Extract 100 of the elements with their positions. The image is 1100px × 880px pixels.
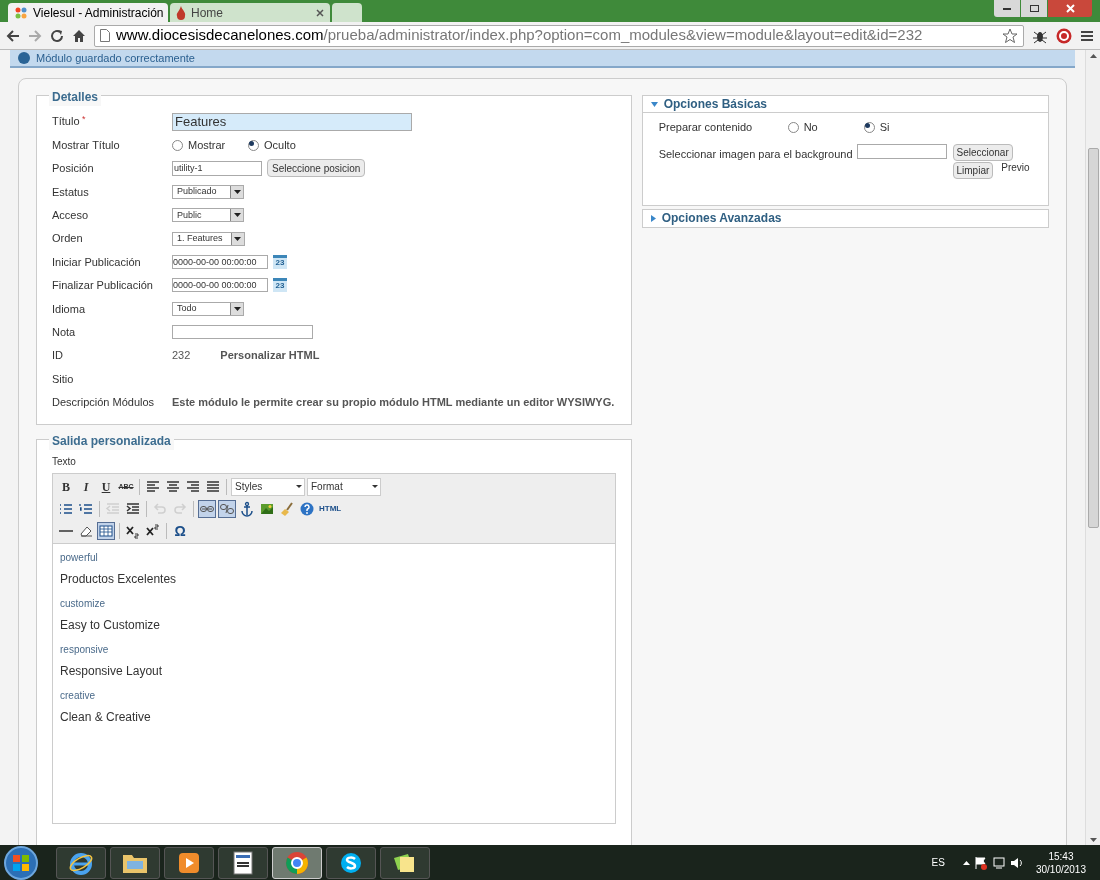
browser-tab[interactable]: Home: [170, 3, 330, 22]
dropdown[interactable]: Todo: [172, 301, 244, 316]
reload-icon[interactable]: [50, 28, 64, 43]
radio-button[interactable]: [863, 121, 875, 133]
scroll-thumb[interactable]: [1087, 148, 1099, 528]
document-icon: [233, 850, 253, 875]
styles-dropdown[interactable]: Format: [307, 477, 381, 496]
field-label: Texto: [52, 455, 77, 470]
radio-button[interactable]: [787, 121, 799, 133]
calendar-button[interactable]: 23: [273, 255, 287, 270]
star-icon[interactable]: [1002, 27, 1018, 44]
taskbar-app[interactable]: [110, 846, 160, 879]
windows-logo-icon: [13, 854, 29, 871]
clear-button[interactable]: Limpiar: [952, 161, 994, 179]
taskbar-app[interactable]: [56, 846, 106, 879]
close-window-icon[interactable]: [1048, 0, 1092, 17]
menu-icon[interactable]: [1080, 28, 1094, 43]
field-label: Sitio: [52, 371, 75, 387]
info-icon: [18, 52, 30, 64]
heading-text: Easy to Customize: [60, 617, 162, 635]
tag-text: responsive: [60, 643, 110, 658]
page-icon: [100, 29, 110, 42]
field-label: Nota: [52, 324, 77, 340]
styles-dropdown[interactable]: Styles: [231, 477, 305, 496]
italic-button[interactable]: I: [77, 477, 95, 496]
radio-label: Oculto: [264, 137, 296, 153]
radio-label: Mostrar: [188, 137, 226, 153]
field-value: Este módulo le permite crear su propio módulo HTML mediante un editor WYSIWYG.: [172, 395, 615, 411]
start-button[interactable]: [4, 845, 38, 880]
expanded-arrow-icon: [650, 101, 658, 107]
taskbar-app[interactable]: [326, 846, 376, 879]
bold-button[interactable]: B: [57, 477, 75, 496]
dropdown[interactable]: Publicado: [172, 184, 244, 199]
stop-sign-icon[interactable]: [1056, 27, 1072, 44]
image-path-field[interactable]: [856, 143, 947, 159]
tab-title: Home: [191, 4, 223, 22]
heading-text: Clean & Creative: [60, 709, 152, 727]
options-header[interactable]: Opciones Avanzadas: [642, 209, 1048, 227]
home-icon[interactable]: [72, 28, 86, 43]
option-label: Seleccionar imagen para el background: [658, 146, 853, 162]
close-icon[interactable]: [316, 8, 324, 17]
position-field[interactable]: utility-1: [172, 160, 262, 176]
flag-icon[interactable]: [973, 855, 988, 870]
address-bar[interactable]: www.diocesisdecanelones.com/prueba/administrator/index.php?option=com_modules&view=module&layout=edit&id=232: [94, 24, 1024, 47]
show-hidden-icon[interactable]: [962, 860, 970, 865]
tag-text: customize: [60, 597, 106, 612]
align-right-icon[interactable]: [185, 478, 201, 495]
help-icon[interactable]: [299, 500, 315, 517]
field-label: ID: [52, 348, 64, 364]
network-icon[interactable]: [991, 855, 1006, 870]
scroll-up-icon[interactable]: [1089, 54, 1097, 58]
heading-text: Responsive Layout: [60, 663, 164, 681]
dropdown[interactable]: Public: [172, 208, 244, 223]
browser-logo-icon: [285, 850, 309, 875]
field-label: Estatus: [52, 184, 90, 200]
select-position-button[interactable]: Seleccione posicion: [267, 159, 366, 178]
maximize-icon[interactable]: [1021, 0, 1047, 17]
chat-logo-icon: [339, 850, 363, 875]
dropdown[interactable]: 1. Features: [172, 231, 245, 246]
brush-icon[interactable]: [279, 500, 295, 517]
scroll-down-icon[interactable]: [1089, 838, 1097, 842]
field-label: Acceso: [52, 208, 90, 223]
taskbar-app[interactable]: [380, 846, 430, 879]
align-left-icon[interactable]: [145, 478, 161, 495]
preview-label: Previo: [1001, 160, 1030, 175]
calendar-button[interactable]: 23: [273, 278, 287, 293]
tag-text: powerful: [60, 551, 99, 566]
indent-icon[interactable]: [125, 500, 141, 517]
select-button[interactable]: Seleccionar: [952, 143, 1013, 161]
field-label: Finalizar Publicación: [52, 278, 154, 294]
tag-text: creative: [60, 689, 96, 704]
html-button[interactable]: HTML: [318, 499, 343, 518]
date-field[interactable]: 0000-00-00 00:00:00: [172, 278, 268, 293]
dropdown-arrow-icon: [296, 485, 302, 489]
align-center-icon[interactable]: [165, 478, 181, 495]
radio-button[interactable]: [172, 139, 183, 151]
taskbar-app[interactable]: [218, 846, 268, 879]
language-indicator[interactable]: ES: [931, 855, 945, 870]
browser-tab[interactable]: Vielesul - Administración: [8, 3, 168, 22]
title-field[interactable]: Features: [172, 112, 412, 131]
options-header[interactable]: Opciones Básicas: [642, 96, 1048, 113]
note-field[interactable]: [172, 325, 313, 340]
logo-icon: [14, 5, 28, 20]
align-justify-icon[interactable]: [205, 478, 221, 495]
notice-text: Módulo guardado correctamente: [36, 51, 195, 65]
back-icon[interactable]: [6, 28, 20, 43]
heading-text: Productos Excelentes: [60, 571, 178, 589]
play-icon: [178, 851, 200, 874]
taskbar-app[interactable]: [164, 846, 214, 879]
radio-button[interactable]: [248, 139, 259, 151]
flame-icon: [176, 5, 186, 20]
underline-button[interactable]: U: [97, 477, 115, 496]
table-icon[interactable]: [98, 522, 114, 539]
speaker-icon[interactable]: [1009, 855, 1024, 870]
date-field[interactable]: 0000-00-00 00:00:00: [172, 255, 268, 270]
minimize-icon[interactable]: [994, 0, 1020, 17]
omega-button[interactable]: Ω: [171, 521, 189, 540]
clock[interactable]: 15:43 30/10/2013: [1035, 849, 1086, 876]
field-label: Mostrar Título: [52, 137, 121, 153]
anchor-icon[interactable]: [239, 500, 255, 517]
